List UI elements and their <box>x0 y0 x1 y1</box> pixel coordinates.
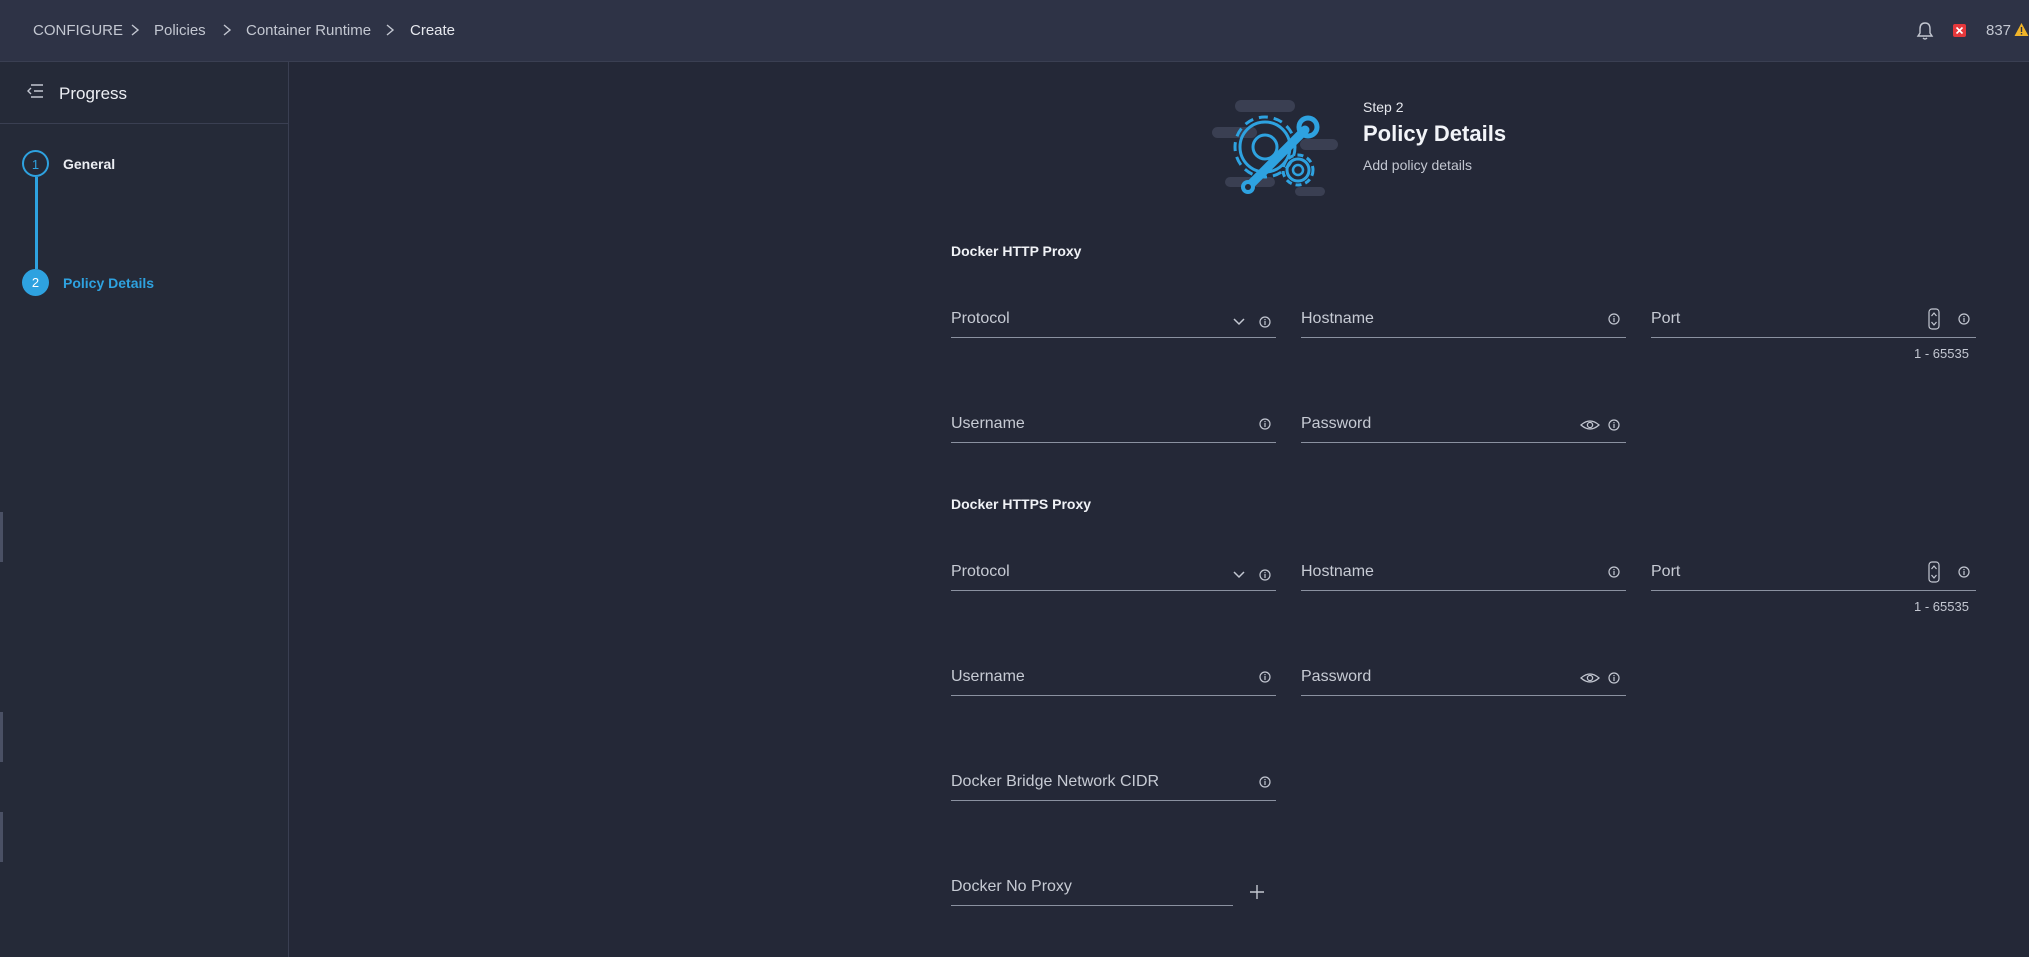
breadcrumb-configure[interactable]: CONFIGURE <box>33 22 123 39</box>
breadcrumb-policies[interactable]: Policies <box>154 22 206 39</box>
collapse-menu-icon[interactable] <box>27 84 44 98</box>
step-number: Step 2 <box>1363 99 1404 115</box>
info-icon[interactable] <box>1259 418 1271 430</box>
no-proxy-input[interactable] <box>951 905 1233 906</box>
left-edge-marker <box>0 712 3 762</box>
number-stepper-icon[interactable] <box>1928 308 1940 330</box>
breadcrumb-current: Create <box>410 22 456 39</box>
info-icon[interactable] <box>1259 569 1271 581</box>
step-connector <box>35 177 38 269</box>
eye-icon[interactable] <box>1580 672 1600 684</box>
step-2-indicator[interactable]: 2 <box>22 269 49 296</box>
info-icon[interactable] <box>1608 566 1620 578</box>
info-icon[interactable] <box>1958 313 1970 325</box>
https-username-input[interactable] <box>951 695 1276 696</box>
info-icon[interactable] <box>1608 419 1620 431</box>
info-icon[interactable] <box>1259 316 1271 328</box>
chevron-right-icon <box>131 24 140 36</box>
http-port-label: Port <box>1651 310 1681 327</box>
https-port-input[interactable] <box>1651 590 1976 591</box>
chevron-down-icon[interactable] <box>1233 318 1245 326</box>
number-stepper-icon[interactable] <box>1928 561 1940 583</box>
progress-sidebar: Progress 1 General 2 Policy Details <box>0 62 289 957</box>
settings-gear-wrench-icon <box>1212 100 1338 196</box>
http-hostname-label: Hostname <box>1301 310 1374 327</box>
step-policy-details-label[interactable]: Policy Details <box>63 275 154 291</box>
https-password-input[interactable] <box>1301 695 1626 696</box>
alert-count[interactable]: 837 <box>1986 22 2011 39</box>
http-protocol-select[interactable] <box>951 337 1276 338</box>
https-username-label: Username <box>951 668 1025 685</box>
no-proxy-label: Docker No Proxy <box>951 878 1072 895</box>
http-port-range-hint: 1 - 65535 <box>1914 346 1969 361</box>
https-hostname-input[interactable] <box>1301 590 1626 591</box>
bridge-cidr-label: Docker Bridge Network CIDR <box>951 773 1160 790</box>
chevron-down-icon[interactable] <box>1233 571 1245 579</box>
page-title: Policy Details <box>1363 121 1507 146</box>
error-badge-icon[interactable] <box>1953 24 1966 37</box>
info-icon[interactable] <box>1608 313 1620 325</box>
eye-icon[interactable] <box>1580 419 1600 431</box>
bell-icon[interactable] <box>1916 21 1934 41</box>
left-edge-marker <box>0 512 3 562</box>
http-protocol-label: Protocol <box>951 310 1010 327</box>
breadcrumb-container-runtime[interactable]: Container Runtime <box>246 22 371 39</box>
step-general-label[interactable]: General <box>63 156 115 172</box>
https-port-label: Port <box>1651 563 1681 580</box>
left-edge-marker <box>0 812 3 862</box>
chevron-right-icon <box>386 24 395 36</box>
info-icon[interactable] <box>1259 671 1271 683</box>
info-icon[interactable] <box>1259 776 1271 788</box>
info-icon[interactable] <box>1608 672 1620 684</box>
http-username-label: Username <box>951 415 1025 432</box>
progress-title: Progress <box>59 84 128 103</box>
https-port-range-hint: 1 - 65535 <box>1914 599 1969 614</box>
http-port-input[interactable] <box>1651 337 1976 338</box>
page-subtitle: Add policy details <box>1363 157 1472 173</box>
https-hostname-label: Hostname <box>1301 563 1374 580</box>
http-password-input[interactable] <box>1301 442 1626 443</box>
https-password-label: Password <box>1301 668 1372 685</box>
http-username-input[interactable] <box>951 442 1276 443</box>
http-proxy-section-title: Docker HTTP Proxy <box>951 243 1082 259</box>
https-proxy-section-title: Docker HTTPS Proxy <box>951 496 1092 512</box>
http-hostname-input[interactable] <box>1301 337 1626 338</box>
bridge-cidr-input[interactable] <box>951 800 1276 801</box>
info-icon[interactable] <box>1958 566 1970 578</box>
chevron-right-icon <box>223 24 232 36</box>
https-protocol-select[interactable] <box>951 590 1276 591</box>
add-icon[interactable] <box>1249 884 1265 900</box>
top-bar: CONFIGURE Policies Container Runtime Cre… <box>0 0 2029 62</box>
step-1-indicator[interactable]: 1 <box>22 150 49 177</box>
https-protocol-label: Protocol <box>951 563 1010 580</box>
warning-icon[interactable] <box>2014 22 2029 37</box>
sidebar-header: Progress <box>0 62 288 124</box>
http-password-label: Password <box>1301 415 1372 432</box>
